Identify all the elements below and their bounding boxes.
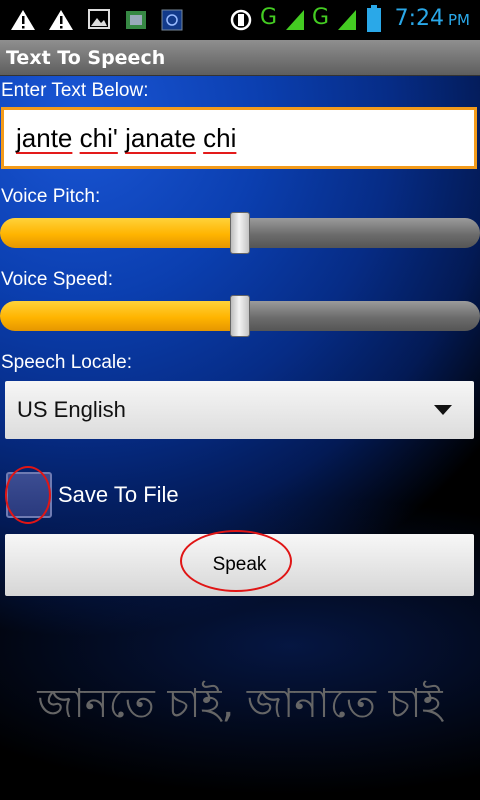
status-bar: G G 7:24 PM xyxy=(0,0,480,40)
data-sync-icon xyxy=(230,9,252,31)
locale-label: Speech Locale: xyxy=(1,352,132,373)
speed-slider-fill xyxy=(0,301,240,331)
app-notification-icon xyxy=(161,9,183,31)
signal-icon xyxy=(286,10,304,30)
dropdown-arrow-icon xyxy=(434,405,452,415)
speed-slider-thumb[interactable] xyxy=(230,295,250,337)
network-type-label: G xyxy=(312,5,330,30)
text-word: jante xyxy=(16,123,73,153)
signal-icon xyxy=(338,10,356,30)
status-time-value: 7:24 xyxy=(394,6,444,31)
locale-selected-value: US English xyxy=(17,397,126,422)
speech-text-input[interactable]: jante chi' janate chi xyxy=(1,107,477,169)
app-title-bar: Text To Speech xyxy=(0,40,480,76)
pitch-label: Voice Pitch: xyxy=(1,186,101,207)
app-notification-icon xyxy=(126,11,146,29)
highlight-circle xyxy=(5,466,51,524)
network-type-label: G xyxy=(260,5,278,30)
highlight-circle xyxy=(180,530,292,592)
locale-dropdown[interactable]: US English xyxy=(5,381,474,439)
text-word: janate xyxy=(125,123,196,153)
pitch-slider[interactable] xyxy=(0,212,480,254)
text-input-label: Enter Text Below: xyxy=(1,80,149,101)
app-title: Text To Speech xyxy=(6,47,166,69)
speed-label: Voice Speed: xyxy=(1,269,113,290)
status-time-ampm: PM xyxy=(448,11,470,29)
warning-icon xyxy=(49,10,73,30)
main-content: Enter Text Below: jante chi' janate chi … xyxy=(0,76,480,800)
battery-icon xyxy=(367,5,381,32)
save-to-file-label: Save To File xyxy=(58,482,179,507)
warning-icon xyxy=(11,10,35,30)
speed-slider[interactable] xyxy=(0,295,480,337)
bengali-banner-text: জানতে চাই, জানাতে চাই xyxy=(37,681,443,727)
text-word: chi xyxy=(203,123,237,153)
image-icon xyxy=(88,9,110,29)
status-time: 7:24 PM xyxy=(395,6,470,31)
pitch-slider-fill xyxy=(0,218,240,248)
pitch-slider-thumb[interactable] xyxy=(230,212,250,254)
text-word: chi' xyxy=(79,123,118,153)
